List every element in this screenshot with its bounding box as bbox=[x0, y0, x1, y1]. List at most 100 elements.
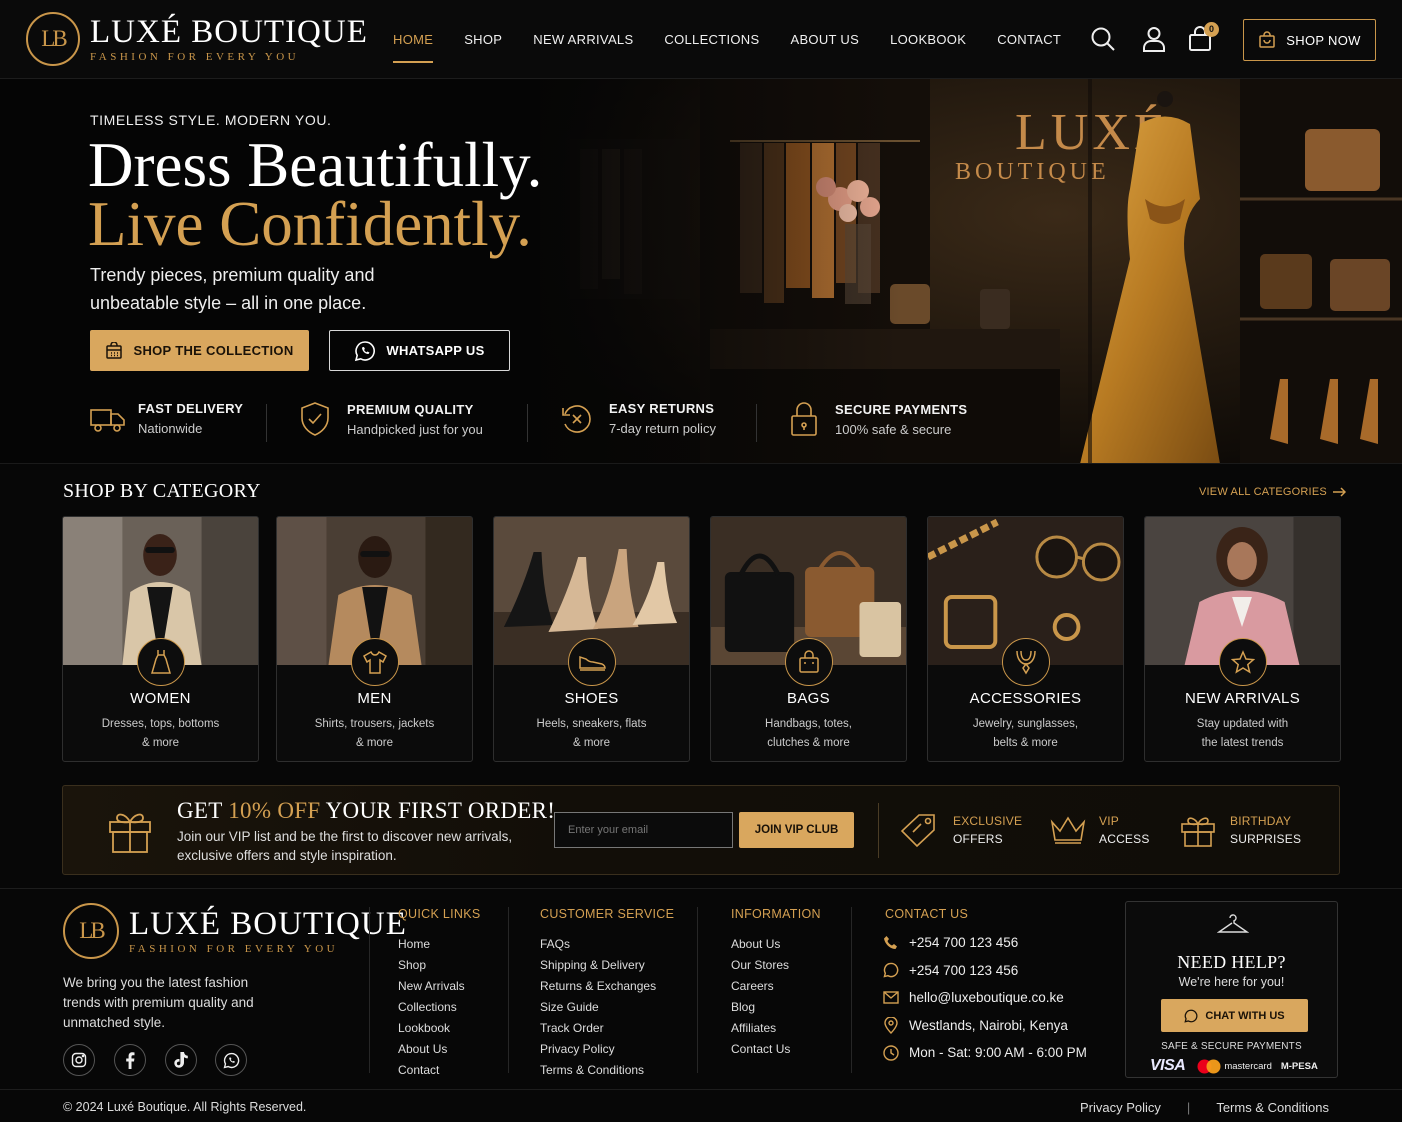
whatsapp-button[interactable]: WHATSAPP US bbox=[329, 330, 510, 371]
footer-bottom-bar: © 2024 Luxé Boutique. All Rights Reserve… bbox=[0, 1089, 1402, 1122]
footer-link[interactable]: Contact Us bbox=[731, 1039, 821, 1060]
category-card-accessories[interactable]: ACCESSORIES Jewelry, sunglasses, belts & … bbox=[927, 516, 1124, 762]
footer-link[interactable]: Shop bbox=[398, 955, 481, 976]
tag-icon bbox=[900, 814, 935, 848]
payment-logos: VISA mastercard M-PESA bbox=[1150, 1057, 1318, 1075]
category-card-new-arrivals[interactable]: NEW ARRIVALS Stay updated with the latest… bbox=[1144, 516, 1341, 762]
feature-divider bbox=[756, 404, 757, 442]
logo-monogram: LB bbox=[26, 12, 80, 66]
footer-link[interactable]: Lookbook bbox=[398, 1018, 481, 1039]
footer-col-title: INFORMATION bbox=[731, 907, 821, 921]
contact-email[interactable]: hello@luxeboutique.co.ke bbox=[883, 984, 1087, 1012]
category-desc: Dresses, tops, bottoms & more bbox=[101, 718, 220, 749]
promo-title: GET 10% OFF YOUR FIRST ORDER! bbox=[177, 798, 556, 823]
footer-link[interactable]: Track Order bbox=[540, 1018, 674, 1039]
category-card-men[interactable]: MEN Shirts, trousers, jackets & more bbox=[276, 516, 473, 762]
tiktok-icon[interactable] bbox=[165, 1044, 197, 1076]
privacy-policy-link[interactable]: Privacy Policy bbox=[1080, 1100, 1161, 1115]
search-icon[interactable] bbox=[1090, 26, 1116, 52]
dress-icon bbox=[136, 638, 185, 686]
footer-link[interactable]: Our Stores bbox=[731, 955, 821, 976]
feature-title: FAST DELIVERY bbox=[138, 401, 244, 416]
feature-title: EASY RETURNS bbox=[609, 401, 715, 416]
view-all-categories-link[interactable]: VIEW ALL CATEGORIES bbox=[1199, 486, 1346, 498]
brand-tagline: FASHION FOR EVERY YOU bbox=[129, 943, 339, 955]
nav-about-us[interactable]: ABOUT US bbox=[790, 32, 859, 55]
footer-link[interactable]: Collections bbox=[398, 997, 481, 1018]
category-name: BAGS bbox=[787, 690, 830, 707]
nav-new-arrivals[interactable]: NEW ARRIVALS bbox=[533, 32, 633, 55]
gift-icon bbox=[1181, 817, 1215, 847]
join-vip-button[interactable]: JOIN VIP CLUB bbox=[739, 812, 854, 848]
star-icon bbox=[1218, 638, 1267, 686]
footer-link[interactable]: Privacy Policy bbox=[540, 1039, 674, 1060]
category-name: SHOES bbox=[564, 690, 619, 707]
location-pin-icon bbox=[884, 1016, 898, 1034]
terms-link[interactable]: Terms & Conditions bbox=[1216, 1100, 1329, 1115]
whatsapp-icon bbox=[355, 340, 376, 361]
shop-collection-label: SHOP THE COLLECTION bbox=[133, 343, 294, 358]
feature-subtitle: 7-day return policy bbox=[609, 421, 716, 436]
need-help-box: NEED HELP? We're here for you! CHAT WITH… bbox=[1125, 901, 1338, 1078]
gift-icon bbox=[109, 813, 151, 853]
user-icon[interactable] bbox=[1142, 26, 1166, 52]
feature-title: PREMIUM QUALITY bbox=[347, 401, 474, 417]
instagram-icon[interactable] bbox=[63, 1044, 95, 1076]
vip-email-input[interactable] bbox=[554, 812, 733, 848]
footer-divider bbox=[369, 907, 370, 1073]
footer-link[interactable]: Careers bbox=[731, 976, 821, 997]
category-name: WOMEN bbox=[130, 690, 191, 707]
whatsapp-icon[interactable] bbox=[215, 1044, 247, 1076]
category-name: NEW ARRIVALS bbox=[1184, 690, 1301, 707]
category-desc: Heels, sneakers, flats & more bbox=[536, 718, 647, 749]
contact-whatsapp[interactable]: +254 700 123 456 bbox=[883, 957, 1087, 985]
brand-logo[interactable]: LB LUXÉ BOUTIQUE FASHION FOR EVERY YOU bbox=[26, 12, 368, 66]
feature-fast-delivery: FAST DELIVERY Nationwide bbox=[90, 401, 243, 436]
footer-link[interactable]: FAQs bbox=[540, 934, 674, 955]
footer-link[interactable]: Blog bbox=[731, 997, 821, 1018]
shop-collection-button[interactable]: SHOP THE COLLECTION bbox=[90, 330, 309, 371]
view-all-label: VIEW ALL CATEGORIES bbox=[1199, 486, 1327, 498]
feature-subtitle: 100% safe & secure bbox=[835, 421, 952, 437]
footer-link[interactable]: Terms & Conditions bbox=[540, 1060, 674, 1081]
link-separator: | bbox=[1186, 1100, 1191, 1115]
footer-link[interactable]: About Us bbox=[731, 934, 821, 955]
promo-subtitle: Join our VIP list and be the first to di… bbox=[177, 829, 513, 863]
nav-home[interactable]: HOME bbox=[393, 32, 434, 63]
perk-birthday-surprises: BIRTHDAY SURPRISES bbox=[1180, 812, 1301, 848]
footer-link[interactable]: Home bbox=[398, 934, 481, 955]
shop-now-button[interactable]: SHOP NOW bbox=[1243, 19, 1376, 61]
footer-logo[interactable]: LB LUXÉ BOUTIQUE FASHION FOR EVERY YOU bbox=[63, 903, 407, 959]
category-desc: Handbags, totes, clutches & more bbox=[765, 718, 852, 749]
help-title: NEED HELP? bbox=[1177, 952, 1286, 972]
hero-subtitle: Trendy pieces, premium quality and unbea… bbox=[90, 265, 375, 313]
legal-links: Privacy Policy | Terms & Conditions bbox=[1080, 1100, 1329, 1115]
footer-contact: CONTACT US +254 700 123 456 +254 700 123… bbox=[883, 907, 1087, 1067]
footer-link[interactable]: Contact bbox=[398, 1060, 481, 1081]
nav-lookbook[interactable]: LOOKBOOK bbox=[890, 32, 966, 55]
nav-shop[interactable]: SHOP bbox=[464, 32, 502, 55]
category-card-bags[interactable]: BAGS Handbags, totes, clutches & more bbox=[710, 516, 907, 762]
category-name: ACCESSORIES bbox=[969, 690, 1082, 707]
footer-link[interactable]: New Arrivals bbox=[398, 976, 481, 997]
footer-link[interactable]: About Us bbox=[398, 1039, 481, 1060]
vip-promo-banner: GET 10% OFF YOUR FIRST ORDER! Join our V… bbox=[62, 785, 1340, 875]
contact-phone[interactable]: +254 700 123 456 bbox=[883, 929, 1087, 957]
chat-with-us-button[interactable]: CHAT WITH US bbox=[1161, 999, 1308, 1032]
perk-vip-access: VIP ACCESS bbox=[1049, 812, 1150, 848]
feature-title: SECURE PAYMENTS bbox=[835, 401, 968, 417]
nav-collections[interactable]: COLLECTIONS bbox=[664, 32, 759, 55]
footer-col-title: CUSTOMER SERVICE bbox=[540, 907, 675, 921]
footer-link[interactable]: Size Guide bbox=[540, 997, 674, 1018]
category-card-shoes[interactable]: SHOES Heels, sneakers, flats & more bbox=[493, 516, 690, 762]
nav-contact[interactable]: CONTACT bbox=[997, 32, 1061, 55]
footer-link[interactable]: Shipping & Delivery bbox=[540, 955, 674, 976]
footer-description: We bring you the latest fashion trends w… bbox=[63, 975, 254, 1030]
whatsapp-icon bbox=[1184, 1009, 1198, 1023]
category-card-women[interactable]: WOMEN Dresses, tops, bottoms & more bbox=[62, 516, 259, 762]
footer-divider bbox=[508, 907, 509, 1073]
footer-link[interactable]: Affiliates bbox=[731, 1018, 821, 1039]
footer-link[interactable]: Returns & Exchanges bbox=[540, 976, 674, 997]
footer-col-title: CONTACT US bbox=[885, 907, 969, 921]
facebook-icon[interactable] bbox=[114, 1044, 146, 1076]
